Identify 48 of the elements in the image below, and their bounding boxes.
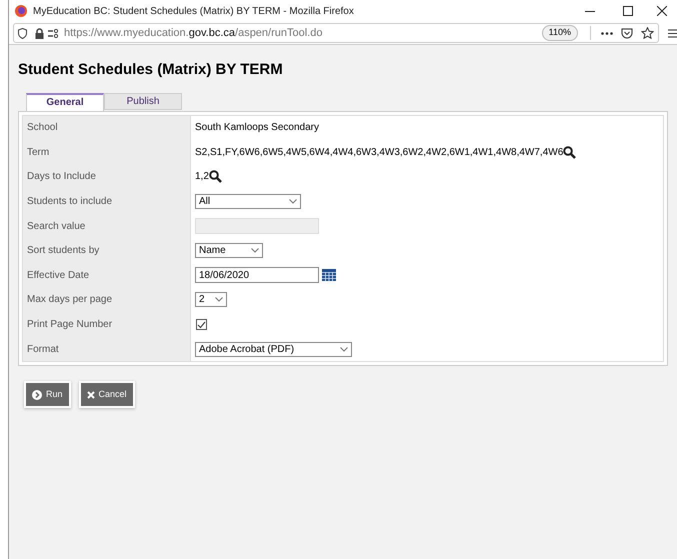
dropdown[interactable]: Adobe Acrobat (PDF) [195,342,352,357]
calendar-icon[interactable] [322,269,336,282]
chevron-down-icon [289,199,297,204]
minimize-icon [585,10,595,12]
tab[interactable]: General [26,92,104,110]
star-icon[interactable] [641,27,654,39]
chevron-down-icon [251,248,259,254]
cancel-button[interactable]: Cancel [80,383,133,406]
field-label: School [27,121,58,136]
field-value: 1,2 [195,170,209,184]
search-icon[interactable] [208,170,222,184]
address-bar[interactable]: https://www.myeducation.gov.bc.ca/aspen/runTool.do 110% [13,23,660,43]
arrow-circle-icon [32,390,42,400]
close-icon [657,6,667,16]
dropdown[interactable]: All [195,194,301,210]
field-label: Effective Date [27,268,90,283]
zoom-level[interactable]: 110% [542,25,578,41]
field-label: Max days per page [27,293,112,308]
field-label: Students to include [27,195,112,210]
browser-logo-icon [15,5,27,17]
dropdown[interactable]: Name [195,243,263,258]
chevron-down-icon [340,346,348,352]
checkbox[interactable] [196,319,207,330]
chevron-down-icon [215,297,223,302]
field-value: South Kamloops Secondary [195,121,319,136]
shield-icon [18,28,27,38]
pocket-icon[interactable] [621,28,634,38]
field-label: Sort students by [27,244,100,258]
page-heading: Student Schedules (Matrix) BY TERM [18,60,284,80]
date-field[interactable]: 18/06/2020 [195,267,319,284]
maximize-icon [623,6,633,16]
run-button[interactable]: Run [26,383,69,406]
permissions-icon [48,28,59,38]
lock-icon [35,28,44,38]
url-text: https://www.myeducation.gov.bc.ca/aspen/runTool.do [64,26,322,41]
field-label: Term [27,146,50,160]
field-label: Format [27,342,59,357]
menu-icon[interactable] [668,28,677,38]
tab[interactable]: Publish [104,92,182,110]
field-label: Days to Include [27,170,96,184]
search-icon[interactable] [563,146,576,159]
field-label: Search value [27,220,86,234]
dropdown[interactable]: 2 [195,292,227,308]
close-icon [86,390,95,399]
more-icon[interactable] [601,32,614,34]
field-label: Print Page Number [27,318,112,332]
field-value: S2,S1,FY,6W6,6W5,4W5,6W4,4W4,6W3,4W3,6W2,4W2,6W1,4W1,4W8,4W7,4W6 [195,146,564,160]
window-title: MyEducation BC: Student Schedules (Matrix) BY TERM - Mozilla Firefox [33,4,354,18]
